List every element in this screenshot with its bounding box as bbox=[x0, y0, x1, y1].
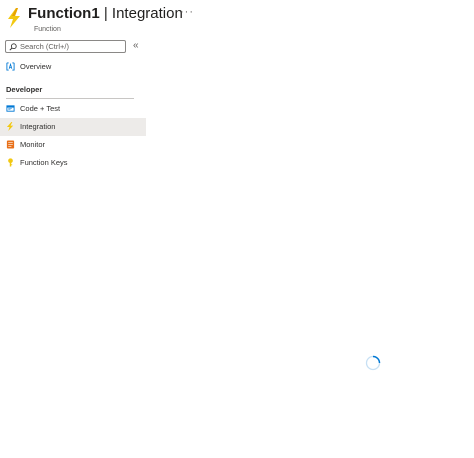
monitor-icon bbox=[6, 140, 15, 149]
sidebar-item-label: Code + Test bbox=[20, 104, 61, 113]
sidebar-item-overview[interactable]: Overview bbox=[0, 58, 146, 76]
sidebar-item-label: Overview bbox=[20, 62, 52, 71]
function-bolt-icon bbox=[8, 8, 20, 28]
more-options-button[interactable]: ··· bbox=[180, 6, 194, 18]
sidebar-item-code-test[interactable]: Code + Test bbox=[0, 100, 146, 118]
bolt-icon bbox=[6, 122, 14, 131]
title-separator: | bbox=[103, 5, 108, 22]
sidebar-item-label: Function Keys bbox=[20, 158, 68, 167]
sidebar-item-label: Integration bbox=[20, 122, 56, 131]
key-icon bbox=[8, 158, 13, 167]
sidebar-item-integration[interactable]: Integration bbox=[0, 118, 146, 136]
overview-icon bbox=[6, 62, 15, 71]
page-subtitle: Function bbox=[34, 26, 61, 33]
sidebar-item-label: Monitor bbox=[20, 140, 46, 149]
resource-name: Function1 bbox=[28, 5, 100, 22]
search-box[interactable] bbox=[5, 40, 126, 53]
code-icon bbox=[6, 105, 15, 112]
page-title: Function1 | Integration bbox=[28, 5, 183, 22]
blade-name: Integration bbox=[111, 5, 183, 22]
sidebar-item-monitor[interactable]: Monitor bbox=[0, 136, 146, 154]
sidebar-item-function-keys[interactable]: Function Keys bbox=[0, 154, 146, 172]
section-divider bbox=[6, 98, 134, 99]
search-icon bbox=[9, 43, 17, 51]
blade-header: Function1 | Integration ··· Function bbox=[6, 4, 466, 34]
section-header-developer: Developer bbox=[6, 85, 43, 94]
collapse-menu-button[interactable]: « bbox=[133, 40, 139, 51]
search-input[interactable] bbox=[20, 41, 120, 52]
loading-spinner-icon bbox=[365, 355, 381, 371]
